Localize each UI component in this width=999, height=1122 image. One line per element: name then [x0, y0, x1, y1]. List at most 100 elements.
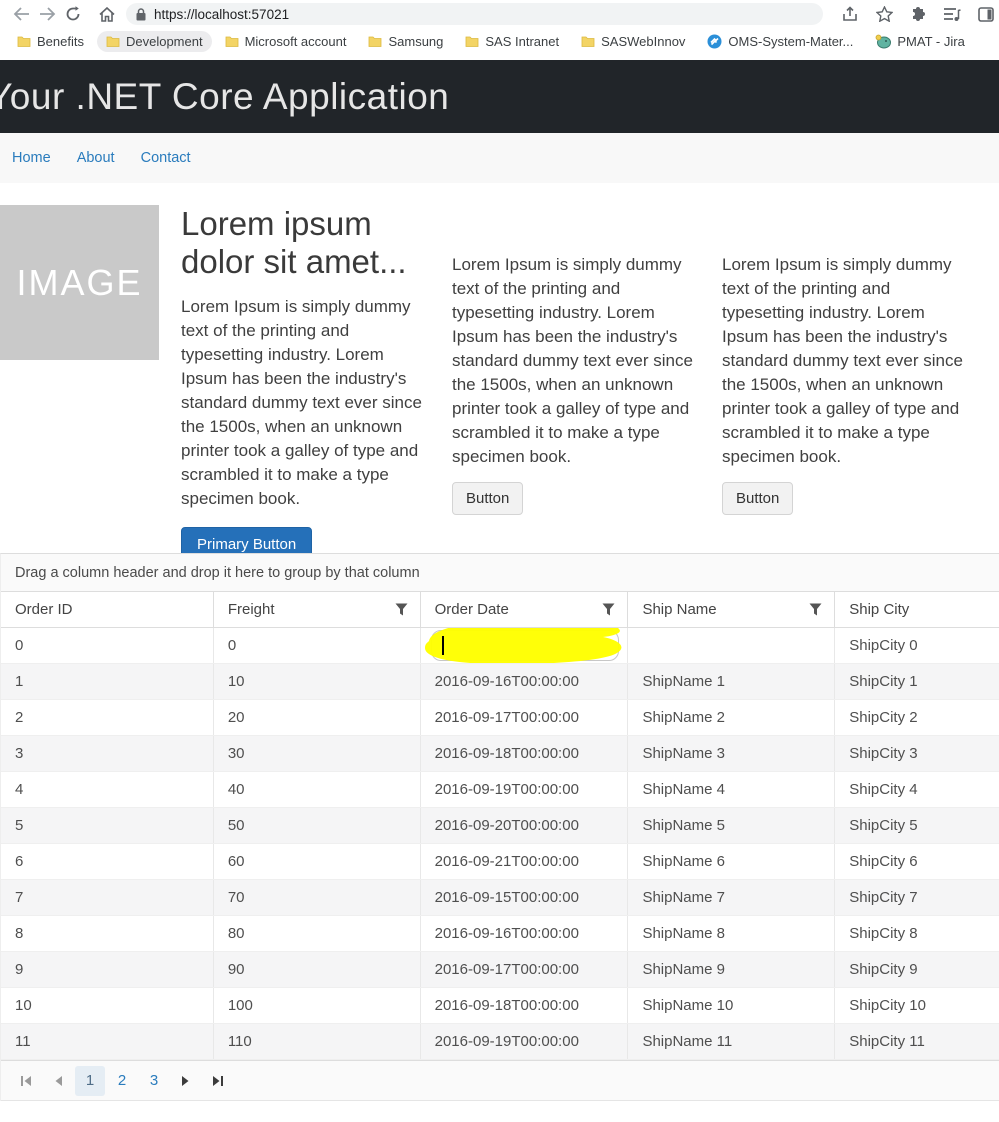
share-icon[interactable] — [837, 2, 863, 26]
table-row: 1 10 2016-09-16T00:00:00 ShipName 1 Ship… — [1, 664, 999, 700]
bookmark-saswebinnov[interactable]: SASWebInnov — [572, 31, 694, 52]
column-title: Freight — [228, 601, 275, 618]
cell-ship-city: ShipCity 3 — [835, 736, 999, 771]
cell-ship-city: ShipCity 5 — [835, 808, 999, 843]
folder-icon — [106, 35, 120, 48]
cell-order-date: 2016-09-17T00:00:00 — [421, 700, 629, 735]
cell-ship-name: ShipName 3 — [628, 736, 835, 771]
grid-group-drop-zone[interactable]: Drag a column header and drop it here to… — [1, 554, 999, 592]
order-date-edit-input[interactable] — [431, 630, 619, 661]
nav-home[interactable]: Home — [12, 150, 51, 166]
cell-ship-name: ShipName 6 — [628, 844, 835, 879]
orders-grid: Drag a column header and drop it here to… — [0, 553, 999, 1101]
forward-icon[interactable] — [34, 2, 60, 26]
pager-first-button[interactable] — [11, 1066, 41, 1096]
cell-order-date: 2016-09-20T00:00:00 — [421, 808, 629, 843]
cell-freight: 100 — [214, 988, 421, 1023]
column-header-freight[interactable]: Freight — [214, 592, 421, 627]
grid-header-row: Order ID Freight Order Date Ship Name Sh… — [1, 592, 999, 628]
group-hint-text: Drag a column header and drop it here to… — [15, 565, 420, 581]
column-title: Ship City — [849, 601, 909, 618]
bookmark-microsoft-account[interactable]: Microsoft account — [216, 31, 356, 52]
url-text: https://localhost:57021 — [154, 7, 289, 22]
refresh-icon[interactable] — [60, 2, 86, 26]
cell-freight: 40 — [214, 772, 421, 807]
column-header-ship-name[interactable]: Ship Name — [628, 592, 835, 627]
bookmark-development[interactable]: Development — [97, 31, 212, 52]
cell-ship-city: ShipCity 7 — [835, 880, 999, 915]
bookmark-sas-intranet[interactable]: SAS Intranet — [456, 31, 568, 52]
folder-icon — [581, 35, 595, 48]
nav-about[interactable]: About — [77, 150, 115, 166]
oms-favicon — [707, 34, 722, 49]
bookmark-label: SASWebInnov — [601, 34, 685, 49]
folder-icon — [225, 35, 239, 48]
table-row: 5 50 2016-09-20T00:00:00 ShipName 5 Ship… — [1, 808, 999, 844]
cell-order-date: 2016-09-15T00:00:00 — [421, 880, 629, 915]
bookmark-samsung[interactable]: Samsung — [359, 31, 452, 52]
column-header-ship-city[interactable]: Ship City — [835, 592, 999, 627]
cell-ship-city: ShipCity 4 — [835, 772, 999, 807]
jira-favicon — [875, 34, 891, 49]
pager-next-button[interactable] — [171, 1066, 201, 1096]
side-panel-icon[interactable] — [973, 2, 999, 26]
home-icon[interactable] — [94, 2, 120, 26]
cell-ship-city: ShipCity 2 — [835, 700, 999, 735]
cell-freight: 110 — [214, 1024, 421, 1059]
browser-toolbar: https://localhost:57021 — [0, 0, 999, 28]
cell-freight: 20 — [214, 700, 421, 735]
grid-pager: 1 2 3 1 - 20 of — [1, 1060, 999, 1101]
table-row: 7 70 2016-09-15T00:00:00 ShipName 7 Ship… — [1, 880, 999, 916]
cell-order-id: 1 — [1, 664, 214, 699]
hero-section: IMAGE Lorem ipsum dolor sit amet... Lore… — [0, 205, 999, 539]
button-3[interactable]: Button — [722, 482, 793, 515]
cell-ship-name: ShipName 5 — [628, 808, 835, 843]
extensions-icon[interactable] — [905, 2, 931, 26]
bookmark-star-icon[interactable] — [871, 2, 897, 26]
pager-last-button[interactable] — [203, 1066, 233, 1096]
pager-prev-button[interactable] — [43, 1066, 73, 1096]
table-row: 0 0 ShipCity 0 — [1, 628, 999, 664]
pager-page-3[interactable]: 3 — [139, 1066, 169, 1096]
cell-freight: 10 — [214, 664, 421, 699]
filter-icon[interactable] — [809, 603, 822, 620]
folder-icon — [368, 35, 382, 48]
image-placeholder-label: IMAGE — [16, 262, 142, 304]
cell-order-id: 4 — [1, 772, 214, 807]
text-cursor — [442, 636, 444, 655]
bookmark-benefits[interactable]: Benefits — [8, 31, 93, 52]
bookmark-pmat-jira[interactable]: PMAT - Jira — [866, 31, 973, 52]
bookmarks-bar: Benefits Development Microsoft account S… — [0, 28, 999, 55]
filter-icon[interactable] — [602, 603, 615, 620]
address-bar[interactable]: https://localhost:57021 — [126, 3, 823, 25]
hero-column-3: Lorem Ipsum is simply dummy text of the … — [722, 205, 969, 539]
cell-freight: 60 — [214, 844, 421, 879]
pager-page-2[interactable]: 2 — [107, 1066, 137, 1096]
back-icon[interactable] — [8, 2, 34, 26]
filter-icon[interactable] — [395, 603, 408, 620]
pager-page-1[interactable]: 1 — [75, 1066, 105, 1096]
table-row: 8 80 2016-09-16T00:00:00 ShipName 8 Ship… — [1, 916, 999, 952]
page-number: 2 — [118, 1072, 126, 1089]
cell-order-id: 0 — [1, 628, 214, 663]
nav-contact[interactable]: Contact — [141, 150, 191, 166]
column-title: Ship Name — [642, 601, 716, 618]
cell-order-id: 7 — [1, 880, 214, 915]
cell-order-date: 2016-09-16T00:00:00 — [421, 664, 629, 699]
column-header-order-id[interactable]: Order ID — [1, 592, 214, 627]
cell-ship-name: ShipName 11 — [628, 1024, 835, 1059]
cell-freight: 90 — [214, 952, 421, 987]
image-placeholder: IMAGE — [0, 205, 159, 360]
cell-ship-name — [628, 628, 835, 663]
bookmark-oms-system[interactable]: OMS-System-Mater... — [698, 31, 862, 52]
cell-order-date: 2016-09-17T00:00:00 — [421, 952, 629, 987]
column-header-order-date[interactable]: Order Date — [421, 592, 629, 627]
button-2[interactable]: Button — [452, 482, 523, 515]
hero-column-1: Lorem ipsum dolor sit amet... Lorem Ipsu… — [181, 205, 434, 539]
bookmark-label: Benefits — [37, 34, 84, 49]
cell-order-date: 2016-09-21T00:00:00 — [421, 844, 629, 879]
bookmark-label: Development — [126, 34, 203, 49]
media-controls-icon[interactable] — [939, 2, 965, 26]
cell-ship-name: ShipName 4 — [628, 772, 835, 807]
cell-ship-name: ShipName 10 — [628, 988, 835, 1023]
